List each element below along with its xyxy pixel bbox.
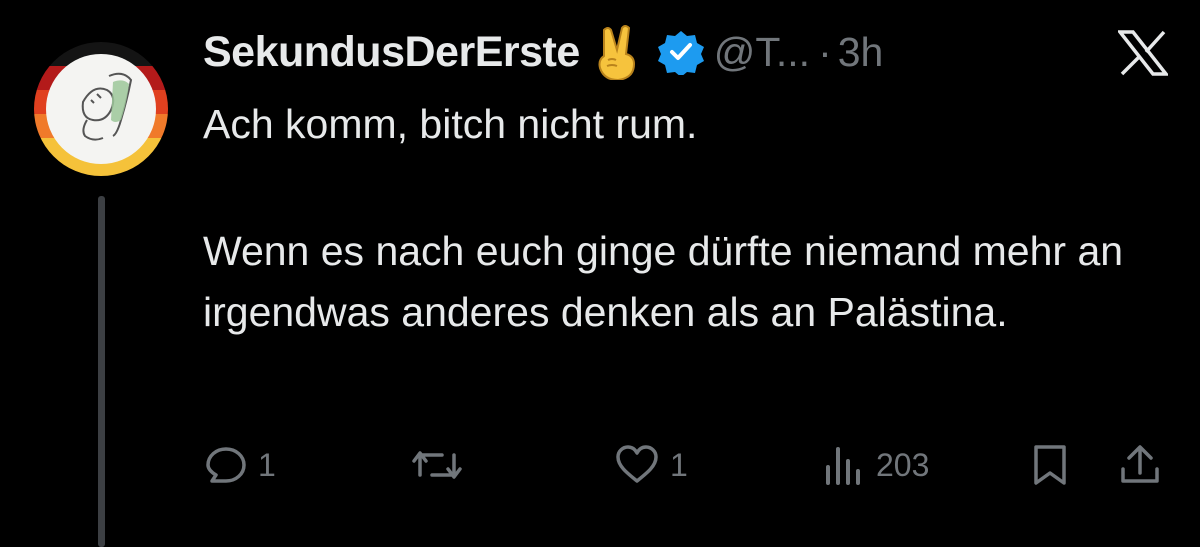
share-icon: [1121, 445, 1159, 483]
like-count: 1: [670, 446, 688, 483]
separator-dot: ·: [818, 28, 832, 75]
reply-icon: [206, 447, 246, 483]
action-bar: 1 1 203: [0, 440, 1200, 490]
views-icon: [826, 447, 860, 485]
reply-count: 1: [258, 446, 276, 483]
repost-button[interactable]: [412, 440, 472, 490]
heart-icon: [616, 445, 658, 483]
like-button[interactable]: 1: [614, 440, 688, 490]
tweet-text-line: Wenn es nach euch ginge dürfte niemand m…: [203, 228, 1124, 335]
views-count: 203: [876, 446, 930, 483]
thread-line: [98, 196, 105, 547]
bookmark-button[interactable]: [1030, 440, 1070, 490]
views-button[interactable]: 203: [822, 440, 929, 490]
user-handle[interactable]: @T...: [714, 29, 810, 76]
reply-button[interactable]: 1: [204, 440, 276, 490]
display-name[interactable]: SekundusDerErste: [203, 28, 580, 77]
timestamp[interactable]: 3h: [838, 29, 884, 76]
share-button[interactable]: [1118, 440, 1162, 490]
bookmark-icon: [1034, 445, 1066, 485]
tweet-text-line: Ach komm, bitch nicht rum.: [203, 101, 698, 147]
tweet-header: SekundusDerErste @T... · 3h: [203, 24, 883, 80]
victory-hand-emoji-icon: [598, 25, 635, 80]
repost-icon: [412, 451, 462, 479]
tweet-text: Ach komm, bitch nicht rum. Wenn es nach …: [203, 94, 1183, 343]
verified-badge-icon: [657, 31, 704, 75]
x-logo-icon: [1118, 30, 1168, 76]
tweet: SekundusDerErste @T... · 3h Ach komm, bi…: [0, 0, 1200, 547]
avatar[interactable]: [25, 42, 177, 176]
